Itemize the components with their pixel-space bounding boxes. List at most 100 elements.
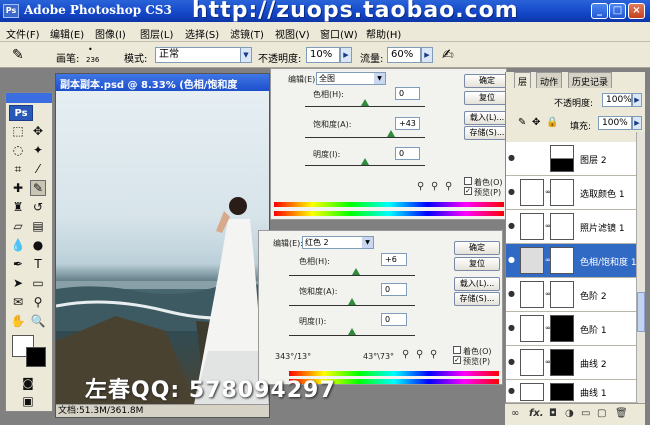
eyedropper-plus-icon[interactable]: ⚲	[416, 349, 423, 360]
zoom-tool-icon[interactable]: 🔍	[30, 313, 46, 329]
preview-checkbox[interactable]: ✓	[464, 187, 472, 195]
menu-view[interactable]: 视图(V)	[275, 26, 310, 41]
crop-tool-icon[interactable]: ⌗	[10, 161, 26, 177]
group-icon[interactable]: ▭	[581, 408, 590, 419]
background-color-swatch[interactable]	[26, 347, 46, 367]
saturation-field[interactable]: +43	[395, 117, 420, 130]
hand-tool-icon[interactable]: ✋	[10, 313, 26, 329]
eye-icon[interactable]: ●	[508, 187, 518, 197]
saturation-slider-thumb[interactable]	[387, 130, 396, 137]
lasso-tool-icon[interactable]: ◌	[10, 142, 26, 158]
save-button[interactable]: 存储(S)...	[464, 126, 510, 140]
lightness-slider-track[interactable]	[305, 165, 425, 166]
layer-row[interactable]: ● ∞ 色阶 1	[506, 312, 638, 346]
padlock-icon[interactable]: 🔒	[546, 117, 558, 128]
notes-tool-icon[interactable]: ✉	[10, 294, 26, 310]
type-tool-icon[interactable]: T	[30, 256, 46, 272]
blur-tool-icon[interactable]: 💧	[10, 237, 26, 253]
slice-tool-icon[interactable]: ⁄	[30, 161, 46, 177]
magic-wand-icon[interactable]: ✦	[30, 142, 46, 158]
saturation-slider-track[interactable]	[289, 305, 415, 306]
lock-icon[interactable]: ✎	[518, 117, 526, 128]
lightness-field[interactable]: 0	[381, 313, 407, 326]
toolbox-header[interactable]	[6, 93, 52, 103]
eyedropper-minus-icon[interactable]: ⚲	[430, 349, 437, 360]
mode-select[interactable]: 正常	[155, 47, 241, 63]
scrollbar-thumb[interactable]	[637, 292, 645, 332]
menu-window[interactable]: 窗口(W)	[320, 26, 358, 41]
marquee-tool-icon[interactable]: ⬚	[10, 123, 26, 139]
dodge-tool-icon[interactable]: ●	[30, 237, 46, 253]
eyedropper-icon[interactable]: ⚲	[417, 181, 424, 192]
eye-icon[interactable]: ●	[508, 357, 518, 367]
flow-field[interactable]: 60%	[387, 47, 421, 63]
hue-slider-thumb[interactable]	[351, 268, 360, 275]
colorize-checkbox[interactable]	[464, 177, 472, 185]
layer-row[interactable]: ● ∞ 选取颜色 1	[506, 176, 638, 210]
lightness-slider-thumb[interactable]	[361, 158, 369, 165]
hue-field[interactable]: 0	[395, 87, 420, 100]
preview-checkbox[interactable]: ✓	[453, 356, 461, 364]
layers-scrollbar[interactable]	[636, 132, 645, 402]
menu-layer[interactable]: 图层(L)	[140, 26, 173, 41]
brush-tool-icon[interactable]: ✎	[30, 180, 46, 196]
chevron-down-icon[interactable]: ▼	[240, 47, 252, 63]
close-button[interactable]: ×	[628, 3, 645, 19]
eraser-tool-icon[interactable]: ▱	[10, 218, 26, 234]
layer-row[interactable]: ● ∞ 色阶 2	[506, 278, 638, 312]
adjustment-layer-icon[interactable]: ◑	[565, 408, 574, 419]
airbrush-icon[interactable]: ✍	[442, 47, 454, 63]
history-brush-icon[interactable]: ↺	[30, 199, 46, 215]
eye-icon[interactable]: ●	[508, 153, 518, 163]
chevron-right-icon[interactable]: ▶	[632, 116, 642, 130]
hue-field[interactable]: +6	[381, 253, 407, 266]
edit-channel-select[interactable]: 全图 ▼	[316, 72, 386, 85]
menu-image[interactable]: 图像(I)	[95, 26, 126, 41]
ok-button[interactable]: 确定	[464, 74, 510, 88]
layer-row[interactable]: ● ∞ 曲线 2	[506, 346, 638, 380]
save-button[interactable]: 存储(S)...	[454, 292, 500, 306]
tab-history[interactable]: 历史记录	[568, 72, 613, 88]
lightness-field[interactable]: 0	[395, 147, 420, 160]
link-layers-icon[interactable]: ∞	[511, 408, 519, 419]
new-layer-icon[interactable]: ▢	[597, 408, 606, 419]
add-mask-icon[interactable]: ◘	[549, 408, 557, 419]
eyedropper-icon[interactable]: ⚲	[402, 349, 409, 360]
gradient-tool-icon[interactable]: ▤	[30, 218, 46, 234]
menu-filter[interactable]: 滤镜(T)	[230, 26, 264, 41]
chevron-right-icon[interactable]: ▶	[632, 93, 642, 107]
layer-opacity-field[interactable]: 100%	[602, 93, 632, 107]
layer-row[interactable]: ● ∞ 照片滤镜 1	[506, 210, 638, 244]
eye-icon[interactable]: ●	[508, 289, 518, 299]
reset-button[interactable]: 复位	[454, 257, 500, 271]
layer-row[interactable]: ● 曲线 1	[506, 380, 638, 403]
fx-icon[interactable]: fx.	[529, 408, 544, 419]
quick-mask-icon[interactable]: ◙	[20, 375, 36, 391]
minimize-button[interactable]: _	[591, 3, 608, 19]
fill-field[interactable]: 100%	[598, 116, 632, 130]
colorize-checkbox[interactable]	[453, 346, 461, 354]
edit-channel-select[interactable]: 红色 2 ▼	[302, 236, 374, 249]
eye-icon[interactable]: ●	[508, 221, 518, 231]
brush-tool-icon[interactable]: ✎	[12, 47, 24, 63]
saturation-slider-thumb[interactable]	[348, 298, 356, 305]
opacity-field[interactable]: 10%	[306, 47, 340, 63]
lightness-slider-thumb[interactable]	[348, 328, 356, 335]
eyedropper-minus-icon[interactable]: ⚲	[445, 181, 452, 192]
chevron-right-icon[interactable]: ▶	[421, 47, 433, 63]
move-lock-icon[interactable]: ✥	[532, 117, 540, 128]
menu-help[interactable]: 帮助(H)	[366, 26, 401, 41]
layer-row[interactable]: ● ∞ 色相/饱和度 1	[506, 244, 638, 278]
eyedropper-plus-icon[interactable]: ⚲	[431, 181, 438, 192]
pen-tool-icon[interactable]: ✒	[10, 256, 26, 272]
ok-button[interactable]: 确定	[454, 241, 500, 255]
hue-slider-thumb[interactable]	[361, 99, 369, 106]
eye-icon[interactable]: ●	[508, 386, 518, 396]
menu-edit[interactable]: 编辑(E)	[50, 26, 84, 41]
hue-slider-track[interactable]	[289, 275, 415, 276]
load-button[interactable]: 载入(L)...	[464, 111, 510, 125]
eye-icon[interactable]: ●	[508, 323, 518, 333]
image-canvas[interactable]	[56, 91, 269, 405]
layer-row[interactable]: ● 图层 2	[506, 142, 638, 176]
path-select-icon[interactable]: ➤	[10, 275, 26, 291]
